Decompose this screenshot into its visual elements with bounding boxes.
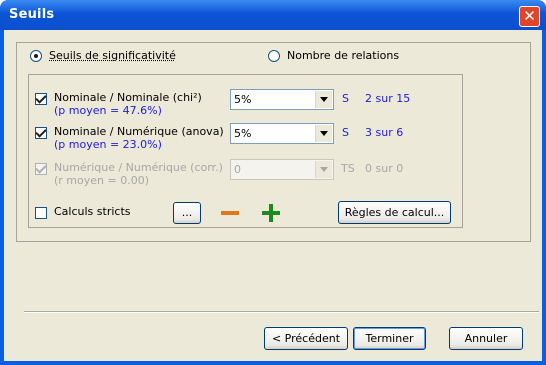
significance-code-1: S xyxy=(342,92,349,105)
checkbox-numeric-numeric xyxy=(35,163,47,175)
dialog-body: Seuils de significativité Nombre de rela… xyxy=(4,30,542,361)
label-nominal-numeric[interactable]: Nominale / Numérique (anova) xyxy=(54,125,224,138)
label-nominal-nominal[interactable]: Nominale / Nominale (chi²) xyxy=(54,91,202,104)
pmean-nominal-numeric: (p moyen = 23.0%) xyxy=(54,138,162,151)
label-numeric-numeric: Numérique / Numérique (corr.) xyxy=(54,161,223,174)
significance-count-3: 0 sur 0 xyxy=(365,162,404,175)
footer-separator xyxy=(24,311,539,313)
threshold-select-numeric-numeric: 0 xyxy=(230,159,334,180)
close-button[interactable]: ✕ xyxy=(519,6,540,27)
checkbox-nominal-nominal[interactable] xyxy=(35,93,47,105)
plus-icon[interactable] xyxy=(261,203,281,223)
chevron-down-icon[interactable] xyxy=(315,91,332,108)
label-strict[interactable]: Calculs stricts xyxy=(54,205,131,218)
threshold-select-nominal-nominal[interactable]: 5% xyxy=(230,89,334,110)
title-bar[interactable]: Seuils ✕ xyxy=(0,0,546,30)
checkbox-strict[interactable] xyxy=(35,207,47,219)
finish-button[interactable]: Terminer xyxy=(353,327,426,350)
cancel-button[interactable]: Annuler xyxy=(449,327,523,350)
rmean-numeric-numeric: (r moyen = 0.00) xyxy=(54,174,149,187)
significance-count-2: 3 sur 6 xyxy=(365,126,404,139)
radio-significance[interactable] xyxy=(30,50,42,62)
window-title: Seuils xyxy=(9,7,55,22)
rules-button[interactable]: Règles de calcul... xyxy=(338,201,451,224)
options-ellipsis-button[interactable]: ... xyxy=(173,202,201,224)
radio-relations[interactable] xyxy=(268,50,280,62)
dialog-window: Seuils ✕ Seuils de significativité Nombr… xyxy=(0,0,546,365)
significance-count-1: 2 sur 15 xyxy=(365,92,411,105)
checkbox-nominal-numeric[interactable] xyxy=(35,127,47,139)
chevron-down-icon xyxy=(315,161,332,178)
pmean-nominal-nominal: (p moyen = 47.6%) xyxy=(54,104,162,117)
radio-relations-label[interactable]: Nombre de relations xyxy=(287,49,399,62)
minus-icon[interactable] xyxy=(220,203,240,223)
significance-code-3: TS xyxy=(341,162,355,175)
significance-code-2: S xyxy=(342,126,349,139)
previous-button[interactable]: < Précédent xyxy=(264,327,348,350)
chevron-down-icon[interactable] xyxy=(315,125,332,142)
radio-significance-label[interactable]: Seuils de significativité xyxy=(49,49,176,62)
threshold-select-nominal-numeric[interactable]: 5% xyxy=(230,123,334,144)
